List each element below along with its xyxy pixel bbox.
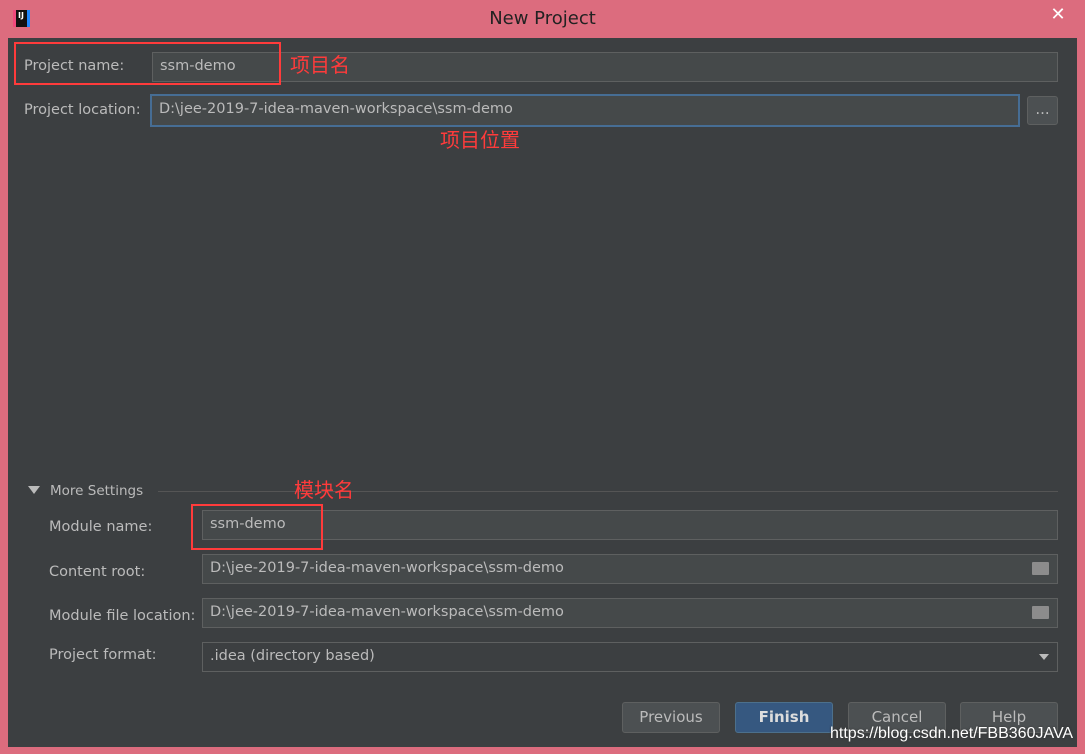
more-settings-toggle[interactable]: More Settings: [50, 483, 143, 499]
content-root-value: D:\jee-2019-7-idea-maven-workspace\ssm-d…: [210, 560, 564, 576]
annotation-project-location: 项目位置: [440, 128, 520, 152]
previous-button[interactable]: Previous: [622, 702, 720, 733]
project-format-select[interactable]: .idea (directory based): [202, 642, 1058, 672]
annotation-module-name: 模块名: [294, 478, 354, 502]
highlight-box: [14, 42, 281, 85]
project-format-label: Project format:: [49, 647, 157, 663]
divider: [158, 491, 1058, 492]
content-root-label: Content root:: [49, 564, 146, 580]
module-file-value: D:\jee-2019-7-idea-maven-workspace\ssm-d…: [210, 604, 564, 620]
chevron-down-icon: [1039, 654, 1049, 660]
window-title: New Project: [489, 8, 596, 29]
dialog-content: Project name: ssm-demo 项目名 Project locat…: [8, 38, 1077, 747]
close-icon[interactable]: ✕: [1036, 0, 1080, 30]
folder-icon[interactable]: [1032, 606, 1049, 619]
module-name-label: Module name:: [49, 519, 153, 535]
project-location-input[interactable]: D:\jee-2019-7-idea-maven-workspace\ssm-d…: [150, 94, 1020, 127]
highlight-box: [191, 504, 323, 550]
module-file-input[interactable]: D:\jee-2019-7-idea-maven-workspace\ssm-d…: [202, 598, 1058, 628]
project-location-label: Project location:: [24, 102, 141, 118]
annotation-project-name: 项目名: [290, 53, 350, 77]
title-bar: IJ New Project ✕: [0, 0, 1085, 38]
triangle-down-icon[interactable]: [28, 486, 40, 494]
module-name-input[interactable]: ssm-demo: [202, 510, 1058, 540]
finish-button[interactable]: Finish: [735, 702, 833, 733]
module-file-label: Module file location:: [49, 608, 196, 624]
folder-icon[interactable]: [1032, 562, 1049, 575]
watermark: https://blog.csdn.net/FBB360JAVA: [830, 725, 1074, 742]
project-format-value: .idea (directory based): [210, 648, 375, 664]
content-root-input[interactable]: D:\jee-2019-7-idea-maven-workspace\ssm-d…: [202, 554, 1058, 584]
browse-button[interactable]: ...: [1027, 96, 1058, 125]
project-name-input[interactable]: ssm-demo: [152, 52, 1058, 82]
